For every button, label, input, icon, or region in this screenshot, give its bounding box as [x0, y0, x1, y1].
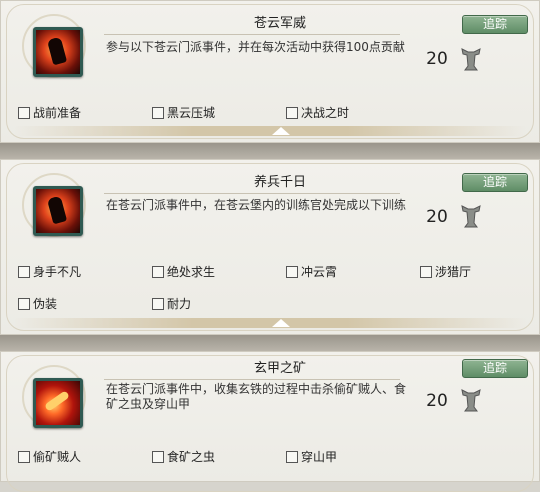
trophy-icon [461, 48, 481, 71]
objective-label: 偷矿贼人 [33, 450, 82, 464]
objective-label: 食矿之虫 [167, 450, 216, 464]
achievement-title: 玄甲之矿 [253, 361, 306, 376]
achievement-card-1: 苍云军威 参与以下苍云门派事件，并在每次活动中获得100点贡献 20 追踪 战前… [0, 0, 540, 143]
achievement-card-3: 玄甲之矿 在苍云门派事件中，收集玄铁的过程中击杀偷矿贼人、食矿之虫及穿山甲 20… [0, 351, 540, 492]
objective-label: 伪装 [33, 297, 58, 311]
objective-item[interactable]: 决战之时 [286, 106, 349, 120]
checkbox[interactable] [18, 107, 30, 119]
objective-item[interactable]: 伪装 [18, 297, 57, 311]
objective-item[interactable]: 冲云霄 [286, 265, 337, 279]
checkbox[interactable] [286, 107, 298, 119]
objective-item[interactable]: 穿山甲 [286, 450, 337, 464]
achievement-points: 20 [426, 49, 448, 69]
objective-label: 身手不凡 [33, 265, 82, 279]
achievement-icon[interactable] [33, 186, 83, 236]
objective-label: 穿山甲 [301, 450, 338, 464]
objective-label: 耐力 [167, 297, 192, 311]
objective-label: 黑云压城 [167, 106, 216, 120]
track-button[interactable]: 追踪 [462, 359, 528, 378]
checkbox[interactable] [18, 451, 30, 463]
objective-label: 冲云霄 [301, 265, 338, 279]
achievement-icon[interactable] [33, 27, 83, 77]
objective-item[interactable]: 身手不凡 [18, 265, 81, 279]
achievement-description: 参与以下苍云门派事件，并在每次活动中获得100点贡献 [106, 40, 405, 54]
achievement-description: 在苍云门派事件中，在苍云堡内的训练官处完成以下训练 [106, 198, 407, 212]
checkbox[interactable] [286, 451, 298, 463]
title-divider [104, 379, 400, 380]
card-footer-ornament [14, 318, 526, 328]
achievement-icon[interactable] [33, 378, 83, 428]
checkbox[interactable] [420, 266, 432, 278]
checkbox[interactable] [152, 451, 164, 463]
trophy-icon [461, 389, 481, 412]
track-button[interactable]: 追踪 [462, 15, 528, 34]
track-button[interactable]: 追踪 [462, 173, 528, 192]
objective-label: 绝处求生 [167, 265, 216, 279]
title-divider [104, 34, 400, 35]
card-footer-ornament [14, 126, 526, 136]
checkbox[interactable] [152, 107, 164, 119]
achievement-title: 苍云军威 [253, 16, 306, 31]
objective-item[interactable]: 战前准备 [18, 106, 81, 120]
card-separator [0, 335, 540, 351]
checkbox[interactable] [152, 266, 164, 278]
objective-item[interactable]: 偷矿贼人 [18, 450, 81, 464]
objective-label: 战前准备 [33, 106, 82, 120]
achievement-points: 20 [426, 207, 448, 227]
objective-item[interactable]: 涉猎厅 [420, 265, 471, 279]
checkbox[interactable] [18, 298, 30, 310]
checkbox[interactable] [18, 266, 30, 278]
achievement-title: 养兵千日 [253, 175, 306, 190]
objective-item[interactable]: 耐力 [152, 297, 191, 311]
objective-item[interactable]: 食矿之虫 [152, 450, 215, 464]
title-divider [104, 193, 400, 194]
card-separator [0, 143, 540, 159]
objective-label: 涉猎厅 [435, 265, 472, 279]
trophy-icon [461, 205, 481, 228]
objective-item[interactable]: 黑云压城 [152, 106, 215, 120]
achievement-card-2: 养兵千日 在苍云门派事件中，在苍云堡内的训练官处完成以下训练 20 追踪 身手不… [0, 159, 540, 335]
achievement-description: 在苍云门派事件中，收集玄铁的过程中击杀偷矿贼人、食矿之虫及穿山甲 [106, 382, 407, 411]
objective-item[interactable]: 绝处求生 [152, 265, 215, 279]
achievement-points: 20 [426, 391, 448, 411]
checkbox[interactable] [152, 298, 164, 310]
objective-label: 决战之时 [301, 106, 350, 120]
checkbox[interactable] [286, 266, 298, 278]
